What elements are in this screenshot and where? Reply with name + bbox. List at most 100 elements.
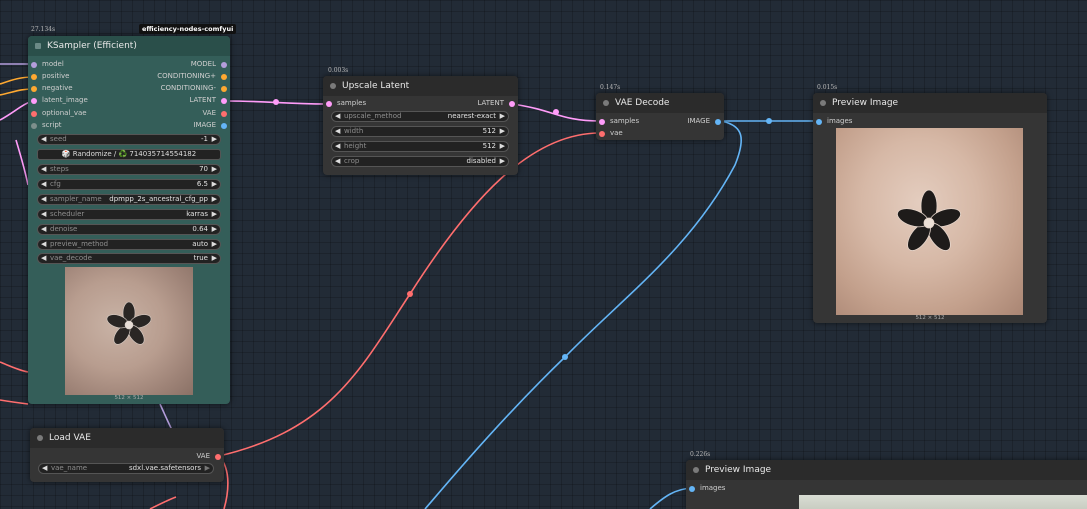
upscale-title-bar[interactable]: Upscale Latent: [323, 76, 518, 96]
increment-arrow-icon[interactable]: ▶: [500, 127, 505, 136]
latent-port-icon[interactable]: [509, 100, 515, 107]
scheduler-widget[interactable]: ◀ scheduler karras ▶: [37, 209, 221, 220]
increment-arrow-icon[interactable]: ▶: [500, 112, 505, 121]
preview-method-widget[interactable]: ◀ preview_method auto ▶: [37, 239, 221, 250]
conditioning-port-icon[interactable]: [221, 73, 227, 80]
vae-name-widget[interactable]: ◀ vae_name sdxl.vae.safetensors ▶: [38, 463, 214, 474]
input-slot-negative[interactable]: negative: [31, 83, 73, 94]
increment-arrow-icon[interactable]: ▶: [212, 195, 217, 204]
vae-decode-widget[interactable]: ◀ vae_decode true ▶: [37, 253, 221, 264]
output-slot-conditioning-pos[interactable]: CONDITIONING+: [157, 71, 227, 82]
preview-image-node[interactable]: Preview Image images 512 × 512: [813, 93, 1047, 323]
input-slot-positive[interactable]: positive: [31, 71, 69, 82]
vae-port-icon[interactable]: [599, 130, 605, 137]
ksampler-title-bar[interactable]: KSampler (Efficient): [28, 36, 230, 56]
input-slot-model[interactable]: model: [31, 59, 64, 70]
vae-port-icon[interactable]: [31, 110, 37, 117]
vae-port-icon[interactable]: [215, 453, 221, 460]
increment-arrow-icon[interactable]: ▶: [212, 225, 217, 234]
image-port-icon[interactable]: [816, 118, 822, 125]
output-slot-vae[interactable]: VAE: [196, 451, 221, 462]
load-vae-title-bar[interactable]: Load VAE: [30, 428, 224, 448]
latent-port-icon[interactable]: [599, 118, 605, 125]
collapse-toggle-icon[interactable]: [603, 100, 609, 106]
increment-arrow-icon[interactable]: ▶: [212, 180, 217, 189]
upscale-latent-node[interactable]: Upscale Latent samples LATENT ◀ upscale_…: [323, 76, 518, 175]
collapse-toggle-icon[interactable]: [820, 100, 826, 106]
decrement-arrow-icon[interactable]: ◀: [335, 127, 340, 136]
increment-arrow-icon[interactable]: ▶: [212, 254, 217, 263]
script-port-icon[interactable]: [31, 122, 37, 129]
increment-arrow-icon[interactable]: ▶: [500, 157, 505, 166]
vae-decode-node[interactable]: VAE Decode samples vae IMAGE: [596, 93, 724, 140]
collapse-toggle-icon[interactable]: [35, 43, 41, 49]
height-widget[interactable]: ◀ height 512 ▶: [331, 141, 509, 152]
vae-decode-title-bar[interactable]: VAE Decode: [596, 93, 724, 113]
input-slot-vae[interactable]: vae: [599, 128, 623, 139]
decrement-arrow-icon[interactable]: ◀: [41, 225, 46, 234]
output-slot-conditioning-neg[interactable]: CONDITIONING-: [161, 83, 227, 94]
increment-arrow-icon[interactable]: ▶: [212, 165, 217, 174]
decrement-arrow-icon[interactable]: ◀: [41, 195, 46, 204]
output-slot-latent[interactable]: LATENT: [189, 95, 227, 106]
increment-arrow-icon[interactable]: ▶: [500, 142, 505, 151]
output-slot-model[interactable]: MODEL: [191, 59, 227, 70]
seed-widget[interactable]: ◀ seed -1 ▶: [37, 134, 221, 145]
increment-arrow-icon[interactable]: ▶: [205, 464, 210, 473]
input-slot-script[interactable]: script: [31, 120, 62, 131]
increment-arrow-icon[interactable]: ▶: [212, 210, 217, 219]
conditioning-port-icon[interactable]: [31, 73, 37, 80]
latent-port-icon[interactable]: [326, 100, 332, 107]
decrement-arrow-icon[interactable]: ◀: [41, 180, 46, 189]
input-slot-latent-image[interactable]: latent_image: [31, 95, 88, 106]
increment-arrow-icon[interactable]: ▶: [212, 240, 217, 249]
output-slot-vae[interactable]: VAE: [202, 108, 227, 119]
output-slot-latent[interactable]: LATENT: [477, 98, 515, 109]
increment-arrow-icon[interactable]: ▶: [212, 135, 217, 144]
preview2-title-bar[interactable]: Preview Image: [686, 460, 1087, 480]
model-port-icon[interactable]: [31, 61, 37, 68]
load-vae-node[interactable]: Load VAE VAE ◀ vae_name sdxl.vae.safeten…: [30, 428, 224, 482]
model-port-icon[interactable]: [221, 61, 227, 68]
image-port-icon[interactable]: [715, 118, 721, 125]
decrement-arrow-icon[interactable]: ◀: [41, 254, 46, 263]
cfg-widget[interactable]: ◀ cfg 6.5 ▶: [37, 179, 221, 190]
conditioning-port-icon[interactable]: [221, 85, 227, 92]
decrement-arrow-icon[interactable]: ◀: [41, 165, 46, 174]
latent-port-icon[interactable]: [221, 97, 227, 104]
collapse-toggle-icon[interactable]: [693, 467, 699, 473]
decrement-arrow-icon[interactable]: ◀: [335, 157, 340, 166]
output-slot-image[interactable]: IMAGE: [687, 116, 721, 127]
decrement-arrow-icon[interactable]: ◀: [41, 135, 46, 144]
randomize-seed-button[interactable]: 🎲 Randomize / ♻️ 714035714554182: [37, 149, 221, 160]
decrement-arrow-icon[interactable]: ◀: [335, 142, 340, 151]
decrement-arrow-icon[interactable]: ◀: [41, 210, 46, 219]
decrement-arrow-icon[interactable]: ◀: [42, 464, 47, 473]
widget-name: scheduler: [50, 210, 85, 218]
width-widget[interactable]: ◀ width 512 ▶: [331, 126, 509, 137]
input-slot-images[interactable]: images: [689, 483, 725, 494]
input-slot-optional-vae[interactable]: optional_vae: [31, 108, 87, 119]
image-port-icon[interactable]: [689, 485, 695, 492]
input-slot-samples[interactable]: samples: [326, 98, 366, 109]
collapse-toggle-icon[interactable]: [37, 435, 43, 441]
denoise-widget[interactable]: ◀ denoise 0.64 ▶: [37, 224, 221, 235]
decrement-arrow-icon[interactable]: ◀: [335, 112, 340, 121]
decrement-arrow-icon[interactable]: ◀: [41, 240, 46, 249]
preview1-title-bar[interactable]: Preview Image: [813, 93, 1047, 113]
image-port-icon[interactable]: [221, 122, 227, 129]
conditioning-port-icon[interactable]: [31, 85, 37, 92]
latent-port-icon[interactable]: [31, 97, 37, 104]
widget-value: 512: [482, 127, 496, 135]
ksampler-node[interactable]: KSampler (Efficient) model positive nega…: [28, 36, 230, 404]
steps-widget[interactable]: ◀ steps 70 ▶: [37, 164, 221, 175]
collapse-toggle-icon[interactable]: [330, 83, 336, 89]
upscale-method-widget[interactable]: ◀ upscale_method nearest-exact ▶: [331, 111, 509, 122]
input-slot-images[interactable]: images: [816, 116, 852, 127]
crop-widget[interactable]: ◀ crop disabled ▶: [331, 156, 509, 167]
output-slot-image[interactable]: IMAGE: [193, 120, 227, 131]
preview-image-node-2[interactable]: Preview Image images: [686, 460, 1087, 509]
input-slot-samples[interactable]: samples: [599, 116, 639, 127]
vae-port-icon[interactable]: [221, 110, 227, 117]
sampler-name-widget[interactable]: ◀ sampler_name dpmpp_2s_ancestral_cfg_pp…: [37, 194, 221, 205]
